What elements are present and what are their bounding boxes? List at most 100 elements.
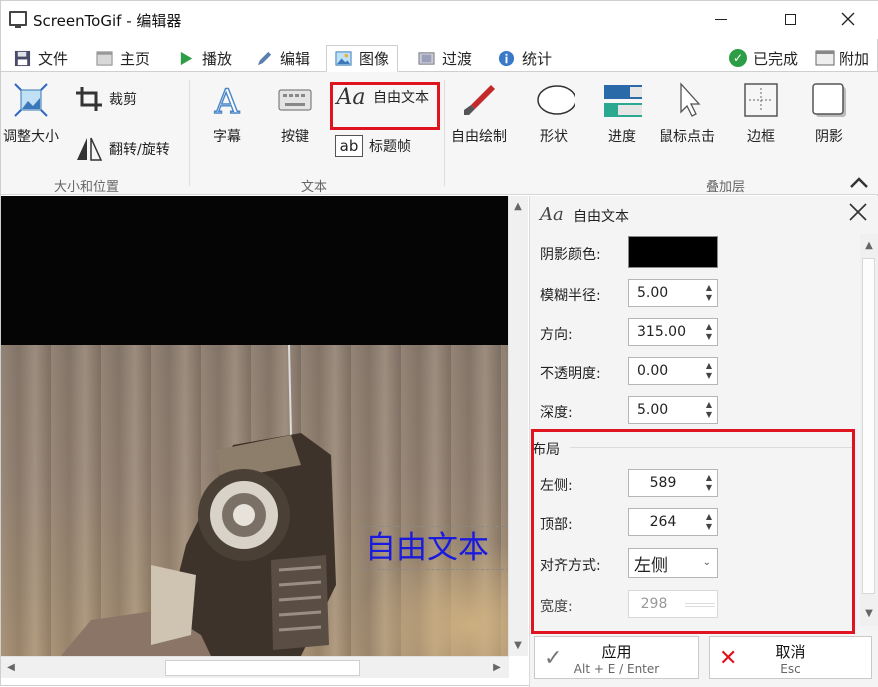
caption-button[interactable]: A 字幕 <box>209 82 245 146</box>
opacity-stepper[interactable]: 0.00 ▲ ▼ <box>628 357 718 385</box>
free-drawing-button[interactable]: 自由绘制 <box>451 82 507 146</box>
shadow-label: 阴影 <box>815 129 843 145</box>
window-title: ScreenToGif - 编辑器 <box>33 12 182 30</box>
progress-bar-icon <box>604 85 642 117</box>
depth-value: 5.00 <box>637 402 669 418</box>
pencil-icon <box>257 51 272 66</box>
info-icon <box>498 50 515 67</box>
border-button[interactable]: 边框 <box>743 82 779 146</box>
group-divider <box>444 80 445 186</box>
free-drawing-label: 自由绘制 <box>451 129 507 145</box>
resize-button[interactable]: 调整大小 <box>3 82 59 146</box>
image-icon <box>335 51 352 66</box>
panel-title: 自由文本 <box>573 209 629 225</box>
flip-rotate-icon <box>77 137 103 161</box>
scroll-up-arrow-icon[interactable]: ▲ <box>509 197 527 215</box>
title-bar: ScreenToGif - 编辑器 <box>1 1 878 39</box>
horizontal-scroll-thumb[interactable] <box>165 660 360 676</box>
keyboard-icon <box>278 89 312 111</box>
spin-arrows-icon[interactable]: ▲ ▼ <box>701 280 717 306</box>
frame-canvas[interactable]: 自由文本 <box>1 196 509 656</box>
play-icon <box>180 51 193 66</box>
brush-icon <box>464 85 495 115</box>
status-done-label: 已完成 <box>753 49 799 68</box>
attach-button[interactable]: 附加 <box>815 47 869 69</box>
spin-arrows-icon[interactable]: ▲ ▼ <box>701 358 717 384</box>
spin-arrows-icon[interactable]: ▲ ▼ <box>701 397 717 423</box>
progress-button[interactable]: 进度 <box>602 82 642 146</box>
free-text-aa-icon: Aa <box>540 204 564 225</box>
apply-shortcut: Alt + E / Enter <box>573 662 660 676</box>
panel-header: Aa 自由文本 <box>530 196 878 232</box>
crop-button[interactable]: 裁剪 <box>75 86 137 112</box>
scroll-left-arrow-icon[interactable]: ◀ <box>2 658 20 676</box>
ribbon-panel: 调整大小 裁剪 翻转/旋转 大小和位置 A 字幕 按键 Aa 自由文本 ab 标… <box>1 71 878 195</box>
title-frame-label: 标题帧 <box>369 139 411 155</box>
mouse-clicks-button[interactable]: 鼠标点击 <box>659 82 715 146</box>
key-strokes-button[interactable]: 按键 <box>277 82 313 146</box>
depth-stepper[interactable]: 5.00 ▲ ▼ <box>628 396 718 424</box>
caption-letter-icon: A <box>213 82 240 118</box>
panel-scroll-up-arrow-icon[interactable]: ▲ <box>860 236 878 254</box>
shadow-color-picker[interactable] <box>628 236 718 268</box>
panel-scroll-down-arrow-icon[interactable]: ▼ <box>860 604 878 622</box>
minimize-icon <box>715 18 727 20</box>
cancel-label: 取消 <box>775 643 806 661</box>
minimize-button[interactable] <box>698 1 744 37</box>
app-monitor-icon <box>9 11 27 28</box>
cancel-button[interactable]: ✕ 取消 Esc <box>709 636 872 679</box>
svg-text:A: A <box>214 82 240 118</box>
free-text-properties-panel: Aa 自由文本 ▲ ▼ 阴影颜色: 模糊半径: 5.00 ▲ ▼ 方向: 315.… <box>529 196 878 687</box>
checkmark-icon: ✓ <box>729 49 747 67</box>
tab-statistics[interactable]: 统计 <box>498 45 552 72</box>
title-frame-button[interactable]: ab 标题帧 <box>335 135 411 157</box>
group-label-overlay: 叠加层 <box>706 180 746 195</box>
group-label-size-position: 大小和位置 <box>54 180 120 195</box>
panel-scrollbar[interactable]: ▲ ▼ <box>860 234 878 626</box>
shadow-button[interactable]: 阴影 <box>811 82 847 146</box>
free-text-highlight <box>330 82 440 130</box>
tab-image[interactable]: 图像 <box>326 45 399 72</box>
canvas-horizontal-scrollbar[interactable]: ◀ ▶ <box>1 656 509 678</box>
cancel-shortcut: Esc <box>780 662 801 676</box>
close-panel-button[interactable] <box>848 202 868 225</box>
spin-arrows-icon[interactable]: ▲ ▼ <box>701 319 717 345</box>
blur-radius-label: 模糊半径: <box>540 288 601 304</box>
crop-label: 裁剪 <box>109 92 137 108</box>
flip-rotate-button[interactable]: 翻转/旋转 <box>75 136 170 162</box>
scroll-down-arrow-icon[interactable]: ▼ <box>509 636 527 654</box>
tab-label: 播放 <box>202 50 233 68</box>
tab-home[interactable]: 主页 <box>96 45 150 72</box>
group-divider <box>189 80 190 186</box>
canvas-black-area <box>1 196 509 345</box>
depth-label: 深度: <box>540 405 573 421</box>
direction-label: 方向: <box>540 327 573 343</box>
free-text-overlay[interactable]: 自由文本 <box>362 526 509 570</box>
caption-label: 字幕 <box>213 129 241 145</box>
tab-transitions[interactable]: 过渡 <box>418 45 472 72</box>
apply-label: 应用 <box>601 643 632 661</box>
blur-radius-stepper[interactable]: 5.00 ▲ ▼ <box>628 279 718 307</box>
canvas-vertical-scrollbar[interactable]: ▲ ▼ <box>508 196 528 656</box>
opacity-label: 不透明度: <box>540 366 601 382</box>
apply-button[interactable]: ✓ 应用 Alt + E / Enter <box>534 636 699 679</box>
close-window-button[interactable] <box>825 1 871 37</box>
panel-scroll-thumb[interactable] <box>862 258 875 594</box>
tab-label: 过渡 <box>442 50 473 68</box>
tab-playback[interactable]: 播放 <box>178 45 232 72</box>
tab-file[interactable]: 文件 <box>14 45 68 72</box>
flip-rotate-label: 翻转/旋转 <box>109 142 170 158</box>
direction-stepper[interactable]: 315.00 ▲ ▼ <box>628 318 718 346</box>
resize-image-icon <box>14 83 48 117</box>
collapse-ribbon-chevron-up-icon[interactable] <box>849 176 869 190</box>
maximize-button[interactable] <box>767 1 813 37</box>
maximize-icon <box>784 13 796 25</box>
ellipse-shape-icon <box>537 85 575 115</box>
close-icon <box>841 12 855 26</box>
scroll-right-arrow-icon[interactable]: ▶ <box>488 658 506 676</box>
transition-icon <box>418 52 435 65</box>
tab-edit[interactable]: 编辑 <box>256 45 310 72</box>
status-done: ✓ 已完成 <box>729 47 798 69</box>
mouse-cursor-icon <box>680 82 701 117</box>
shapes-button[interactable]: 形状 <box>533 82 575 146</box>
